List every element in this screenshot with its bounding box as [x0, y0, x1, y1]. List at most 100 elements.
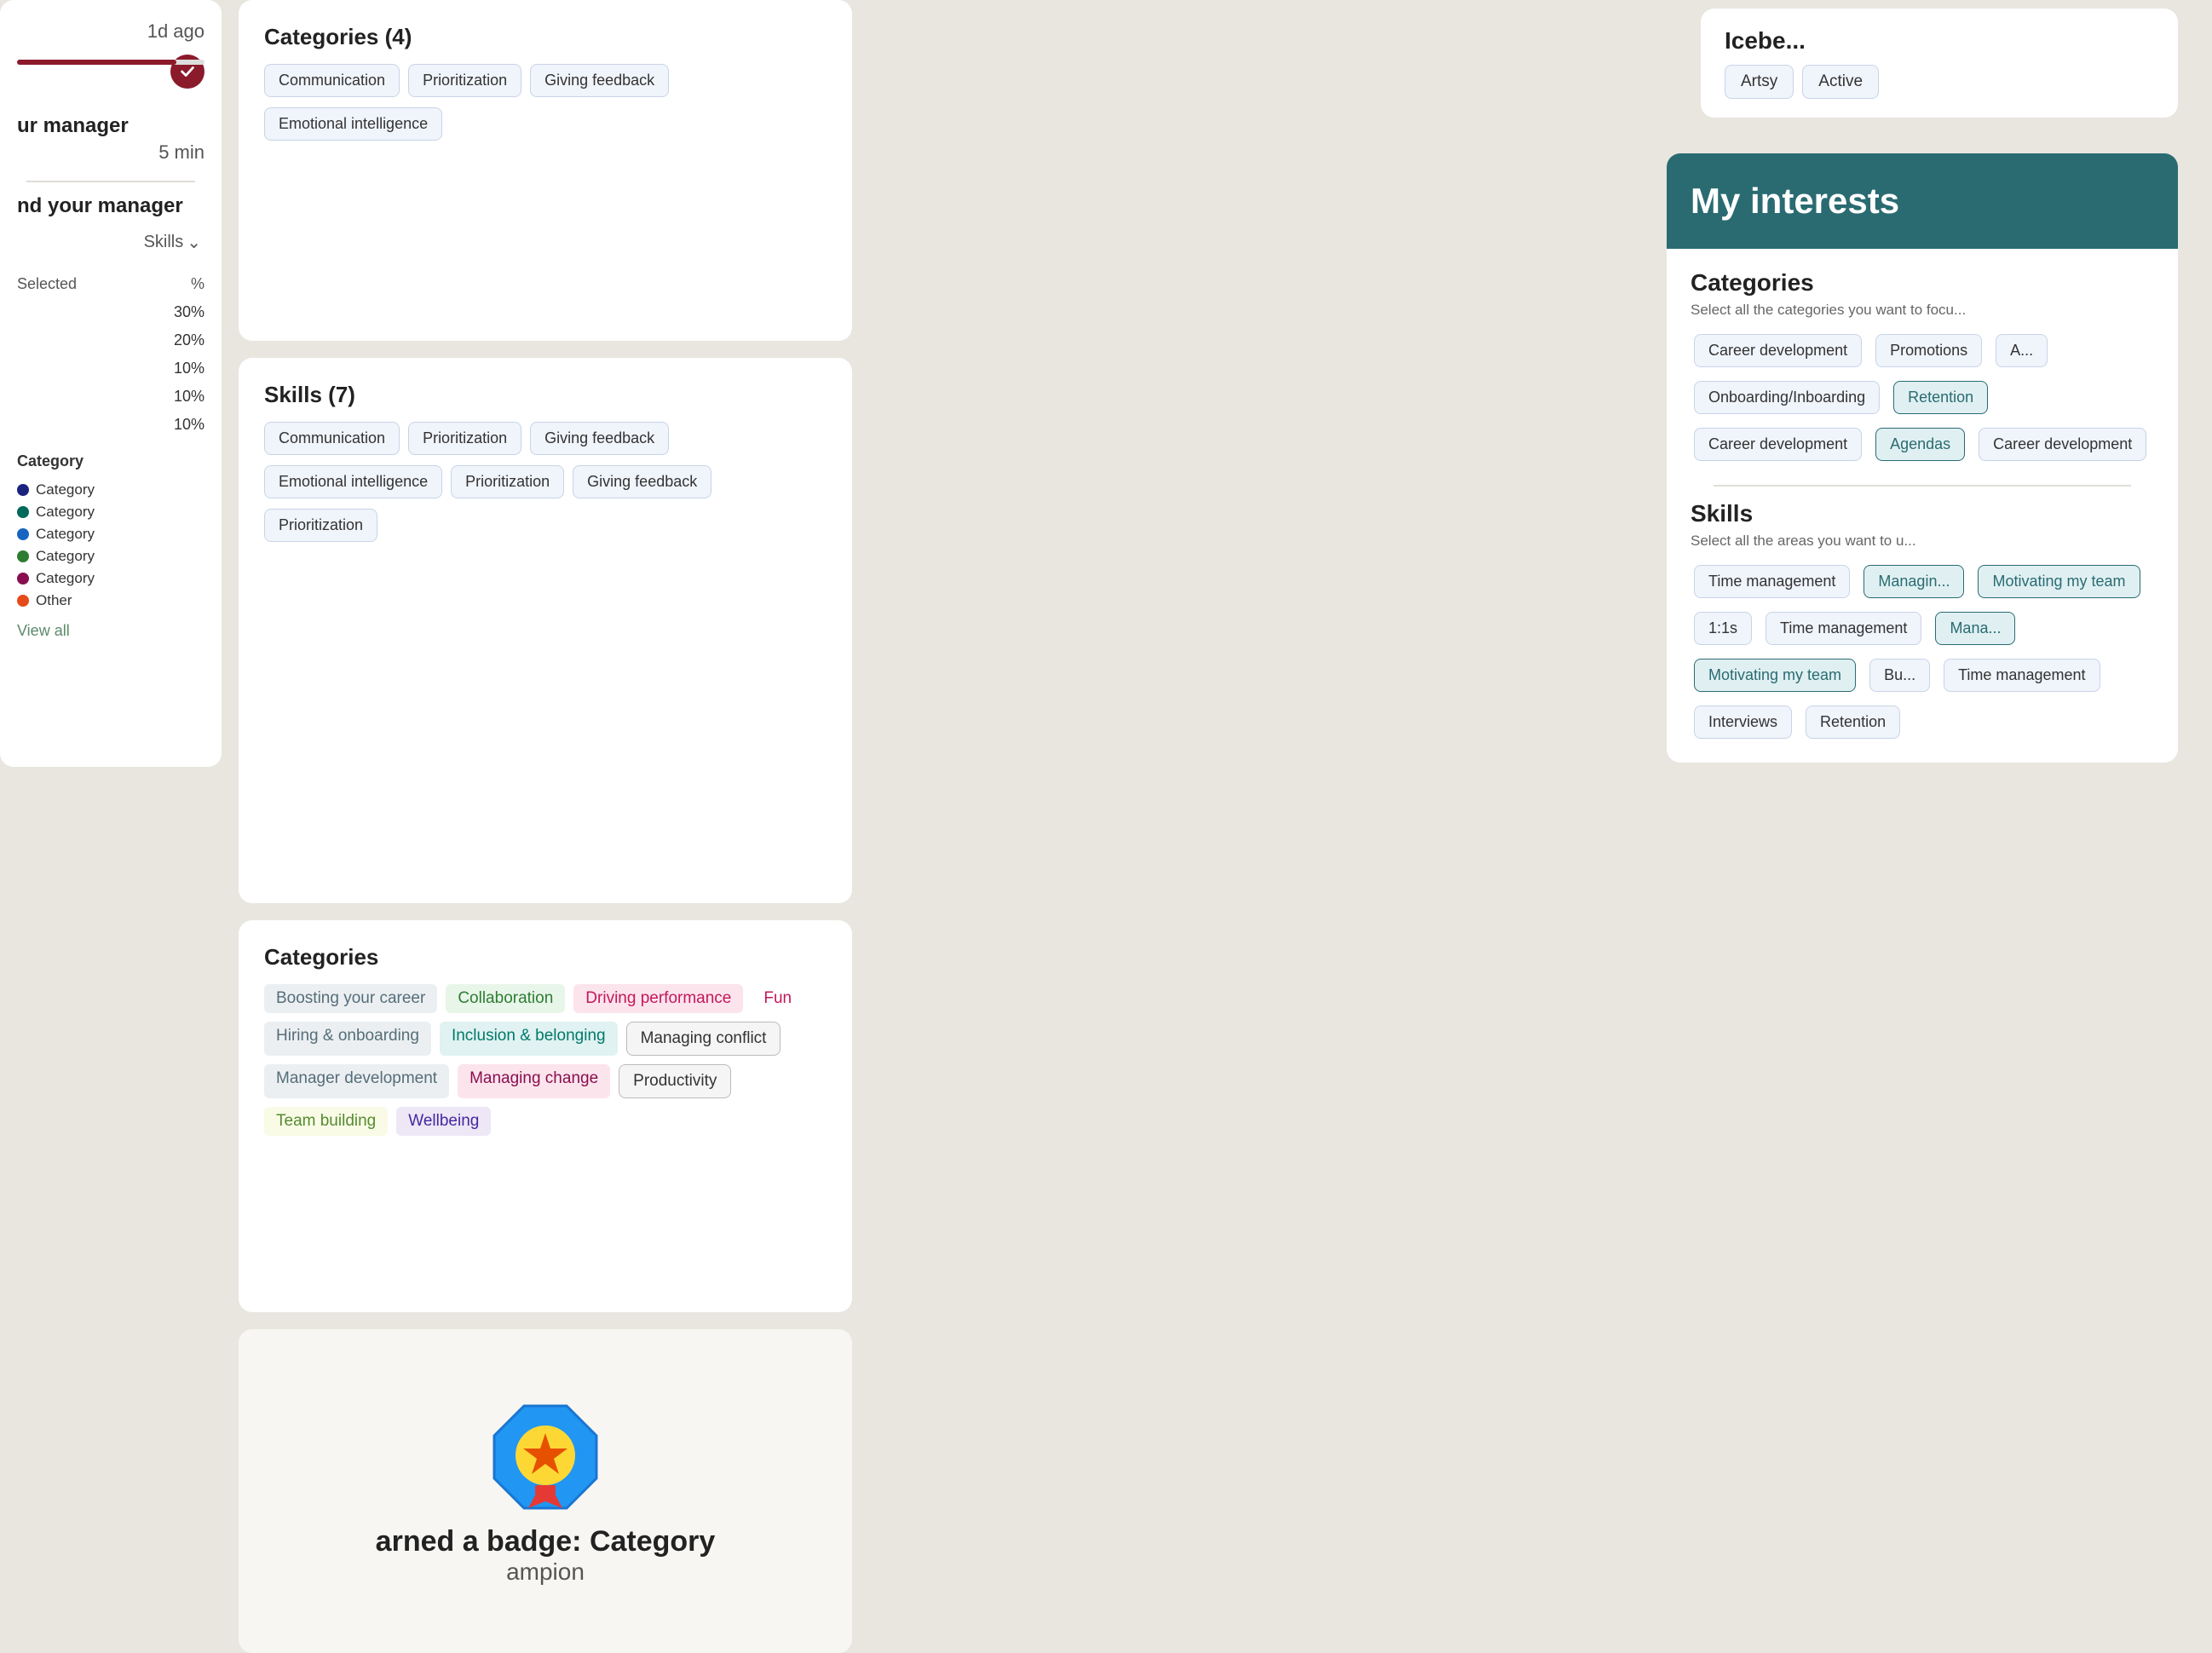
chevron-down-icon: ⌄ — [187, 232, 201, 253]
category-legend-title: Category — [17, 452, 204, 470]
cat-hiring[interactable]: Hiring & onboarding — [264, 1022, 431, 1056]
pct-val-1: 30% — [174, 303, 204, 321]
mid-categories-card: Categories Boosting your career Collabor… — [239, 920, 852, 1312]
dot-3 — [17, 550, 29, 562]
pct-val-3: 10% — [174, 360, 204, 377]
view-all-link[interactable]: View all — [17, 622, 204, 640]
five-min: 5 min — [17, 141, 204, 164]
tag-communication[interactable]: Communication — [264, 64, 400, 97]
tag-giving-feedback[interactable]: Giving feedback — [530, 64, 669, 97]
interests-categories-subtitle: Select all the categories you want to fo… — [1691, 302, 2154, 319]
skill-communication[interactable]: Communication — [264, 422, 400, 455]
interests-header-title: My interests — [1691, 181, 2154, 222]
int-skill-retention[interactable]: Retention — [1806, 706, 1900, 739]
int-skill-time-mgmt-2[interactable]: Time management — [1766, 612, 1921, 645]
iceberg-title: Icebe... — [1725, 27, 2154, 55]
int-skill-managing[interactable]: Managin... — [1863, 565, 1964, 598]
cat-boosting[interactable]: Boosting your career — [264, 984, 437, 1013]
badge-title: arned a badge: Category — [376, 1525, 716, 1558]
int-skill-bu[interactable]: Bu... — [1869, 659, 1930, 692]
legend-item-other: Other — [17, 590, 204, 612]
int-cat-career-dev[interactable]: Career development — [1694, 334, 1862, 367]
dot-2 — [17, 528, 29, 540]
int-cat-agendas[interactable]: Agendas — [1875, 428, 1965, 461]
int-skill-mana[interactable]: Mana... — [1935, 612, 2015, 645]
cat-wellbeing[interactable]: Wellbeing — [396, 1107, 491, 1136]
skills-row-2: Emotional intelligence Prioritization Gi… — [264, 465, 827, 498]
skill-emotional-intelligence[interactable]: Emotional intelligence — [264, 465, 442, 498]
categories-color-tags: Boosting your career Collaboration Drivi… — [264, 984, 827, 1136]
badge-subtitle: ampion — [506, 1558, 585, 1586]
categories-row-1: Communication Prioritization Giving feed… — [264, 64, 827, 97]
iceberg-tag-artsy[interactable]: Artsy — [1725, 65, 1794, 99]
int-cat-onboarding[interactable]: Onboarding/Inboarding — [1694, 381, 1880, 414]
int-skill-interviews[interactable]: Interviews — [1694, 706, 1792, 739]
legend-label-0: Category — [36, 481, 95, 498]
cat-managing-change[interactable]: Managing change — [458, 1064, 610, 1098]
skill-prioritization[interactable]: Prioritization — [408, 422, 521, 455]
int-skill-time-mgmt-3[interactable]: Time management — [1944, 659, 2100, 692]
categories-title: Categories (4) — [264, 24, 827, 50]
dot-other — [17, 595, 29, 607]
iceberg-card: Icebe... Artsy Active — [1701, 9, 2178, 118]
selected-label: Selected — [17, 275, 77, 293]
cat-inclusion[interactable]: Inclusion & belonging — [440, 1022, 618, 1056]
legend-label-4: Category — [36, 570, 95, 587]
cat-collaboration[interactable]: Collaboration — [446, 984, 565, 1013]
skills-filter-label: Skills — [144, 233, 184, 252]
iceberg-tags: Artsy Active — [1725, 65, 2154, 99]
skills-row-1: Communication Prioritization Giving feed… — [264, 422, 827, 455]
cat-fun[interactable]: Fun — [752, 984, 804, 1013]
pct-row-5: 10% — [17, 411, 204, 439]
skills-filter[interactable]: Skills ⌄ — [17, 232, 204, 253]
legend-item-2: Category — [17, 523, 204, 545]
int-cat-retention[interactable]: Retention — [1893, 381, 1988, 414]
time-ago: 1d ago — [17, 20, 204, 43]
legend-label-2: Category — [36, 526, 95, 543]
skill-prioritization-2[interactable]: Prioritization — [451, 465, 564, 498]
cat-manager-dev[interactable]: Manager development — [264, 1064, 449, 1098]
interests-skills-tags: Time management Managin... Motivating my… — [1691, 562, 2154, 742]
legend-item-1: Category — [17, 501, 204, 523]
badge-panel: arned a badge: Category ampion — [239, 1329, 852, 1653]
cat-managing-conflict[interactable]: Managing conflict — [626, 1022, 781, 1056]
iceberg-tag-active[interactable]: Active — [1802, 65, 1879, 99]
pct-val-4: 10% — [174, 388, 204, 406]
legend-item-0: Category — [17, 479, 204, 501]
manager-label2: nd your manager — [17, 194, 204, 218]
category-section: Category Category Category Category Cate… — [17, 452, 204, 640]
int-skill-motivating-2[interactable]: Motivating my team — [1694, 659, 1856, 692]
interests-header: My interests — [1667, 153, 2178, 249]
categories-row-2: Emotional intelligence — [264, 107, 827, 141]
cat-team-building[interactable]: Team building — [264, 1107, 388, 1136]
int-cat-career-dev-3[interactable]: Career development — [1979, 428, 2146, 461]
legend-label-3: Category — [36, 548, 95, 565]
tag-prioritization[interactable]: Prioritization — [408, 64, 521, 97]
interests-skills-subtitle: Select all the areas you want to u... — [1691, 533, 2154, 550]
int-cat-a[interactable]: A... — [1996, 334, 2048, 367]
int-skill-motivating[interactable]: Motivating my team — [1978, 565, 2140, 598]
skill-giving-feedback[interactable]: Giving feedback — [530, 422, 669, 455]
pct-row-4: 10% — [17, 383, 204, 411]
pct-row-2: 20% — [17, 326, 204, 354]
dot-0 — [17, 484, 29, 496]
badge-icon — [486, 1397, 605, 1517]
tag-emotional-intelligence[interactable]: Emotional intelligence — [264, 107, 442, 141]
pct-label: % — [191, 275, 204, 293]
cat-productivity[interactable]: Productivity — [619, 1064, 731, 1098]
skill-giving-feedback-2[interactable]: Giving feedback — [573, 465, 711, 498]
int-skill-1on1s[interactable]: 1:1s — [1694, 612, 1752, 645]
pct-row-1: 30% — [17, 298, 204, 326]
interests-divider — [1714, 485, 2131, 487]
interests-body: Categories Select all the categories you… — [1667, 249, 2178, 763]
int-cat-promotions[interactable]: Promotions — [1875, 334, 1982, 367]
left-panel: 1d ago ur manager 5 min nd your manager … — [0, 0, 222, 767]
skill-prioritization-3[interactable]: Prioritization — [264, 509, 377, 542]
cat-driving[interactable]: Driving performance — [573, 984, 743, 1013]
legend-item-3: Category — [17, 545, 204, 567]
skills-title: Skills (7) — [264, 382, 827, 408]
legend-label-1: Category — [36, 504, 95, 521]
int-skill-time-mgmt[interactable]: Time management — [1694, 565, 1850, 598]
interests-categories-tags: Career development Promotions A... Onboa… — [1691, 331, 2154, 464]
int-cat-career-dev-2[interactable]: Career development — [1694, 428, 1862, 461]
